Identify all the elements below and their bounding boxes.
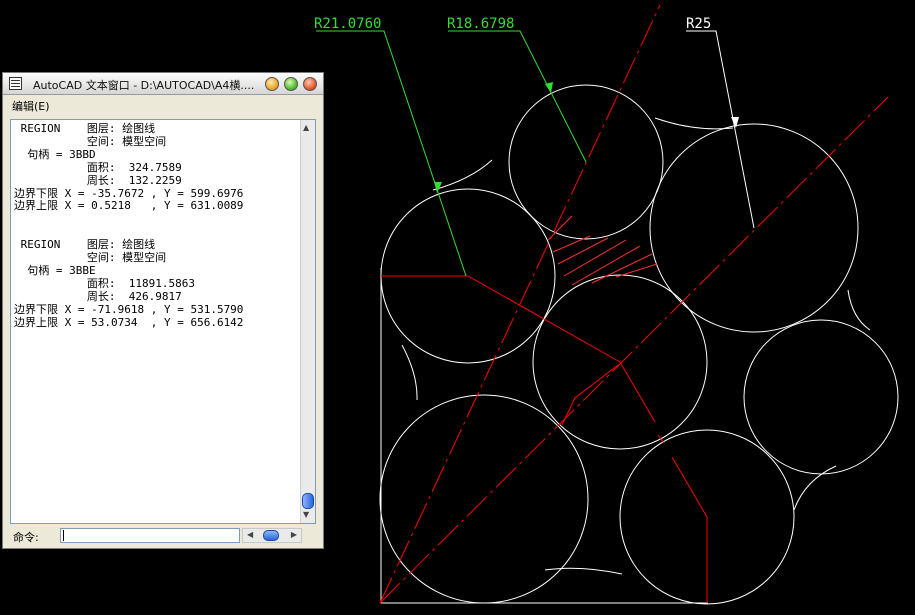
- minimize-button[interactable]: [265, 77, 279, 91]
- radius-line: [657, 434, 665, 444]
- scroll-left-icon[interactable]: ◀: [247, 530, 253, 539]
- hatch-line: [557, 237, 609, 265]
- command-history: REGION 图层: 绘图线 空间: 模型空间 句柄 = 3BBD 面积: 32…: [14, 122, 300, 330]
- fillet-arc: [654, 117, 734, 130]
- autocad-text-window[interactable]: AutoCAD 文本窗口 - D:\AUTOCAD\A4横.... 编辑(E) …: [2, 72, 324, 549]
- command-label: 命令:: [13, 531, 39, 544]
- history-line: 周长: 132.2259: [14, 173, 182, 187]
- dim-label-r1[interactable]: R21.0760: [314, 16, 381, 32]
- dim-label-r3[interactable]: R25: [686, 16, 711, 32]
- scroll-up-icon[interactable]: ▲: [303, 123, 309, 133]
- history-line: 面积: 324.7589: [14, 160, 182, 174]
- window-titlebar[interactable]: AutoCAD 文本窗口 - D:\AUTOCAD\A4横....: [3, 73, 323, 95]
- history-line: 空间: 模型空间: [14, 134, 167, 148]
- centerline: [379, 96, 889, 604]
- history-line: 句柄 = 3BBE: [14, 263, 96, 277]
- scroll-down-icon[interactable]: ▼: [303, 510, 309, 520]
- radius-line: [561, 364, 619, 426]
- dim-leader-r2: [448, 30, 587, 163]
- vertical-scrollbar[interactable]: ▲ ▼: [300, 120, 315, 523]
- history-line: [14, 213, 300, 226]
- fillet-arc: [793, 465, 837, 511]
- history-line: 边界下限 X = -71.9618 , Y = 531.5790: [14, 302, 244, 316]
- circle[interactable]: [743, 319, 899, 475]
- dim-label-r2[interactable]: R18.6798: [447, 16, 514, 32]
- radius-line: [671, 456, 708, 603]
- radius-line: [619, 361, 656, 423]
- menu-edit[interactable]: 编辑(E): [12, 98, 50, 114]
- fillet-arc: [847, 289, 871, 331]
- history-line: 面积: 11891.5863: [14, 276, 195, 290]
- horizontal-scroll-thumb[interactable]: [263, 530, 279, 541]
- hatch-line: [552, 235, 591, 253]
- menubar: 编辑(E): [3, 96, 323, 114]
- radius-line: [467, 275, 621, 363]
- command-row: 命令: ◀ ▶: [10, 528, 316, 544]
- close-button[interactable]: [303, 77, 317, 91]
- scroll-right-icon[interactable]: ▶: [291, 530, 297, 539]
- centerline: [379, 4, 661, 604]
- dim-leader-r1: [316, 30, 467, 277]
- fillet-arc: [432, 159, 493, 191]
- history-line: 边界上限 X = 0.5218 , Y = 631.0089: [14, 199, 244, 213]
- history-line: 边界上限 X = 53.0734 , Y = 656.6142: [14, 315, 244, 329]
- history-line: REGION 图层: 绘图线: [14, 122, 156, 135]
- hatch-line: [615, 263, 658, 278]
- command-input[interactable]: [60, 528, 240, 543]
- text-window-icon[interactable]: [9, 77, 22, 90]
- window-title: AutoCAD 文本窗口 - D:\AUTOCAD\A4横....: [33, 79, 255, 92]
- history-line: 周长: 426.9817: [14, 289, 182, 303]
- text-caret: [63, 530, 64, 541]
- region-outline: [380, 300, 708, 602]
- maximize-button[interactable]: [284, 77, 298, 91]
- history-text-area[interactable]: REGION 图层: 绘图线 空间: 模型空间 句柄 = 3BBD 面积: 32…: [10, 119, 316, 524]
- vertical-scroll-thumb[interactable]: [302, 493, 314, 509]
- fillet-arc: [401, 344, 418, 401]
- history-line: 句柄 = 3BBD: [14, 147, 96, 161]
- horizontal-scrollbar[interactable]: ◀ ▶: [242, 528, 302, 543]
